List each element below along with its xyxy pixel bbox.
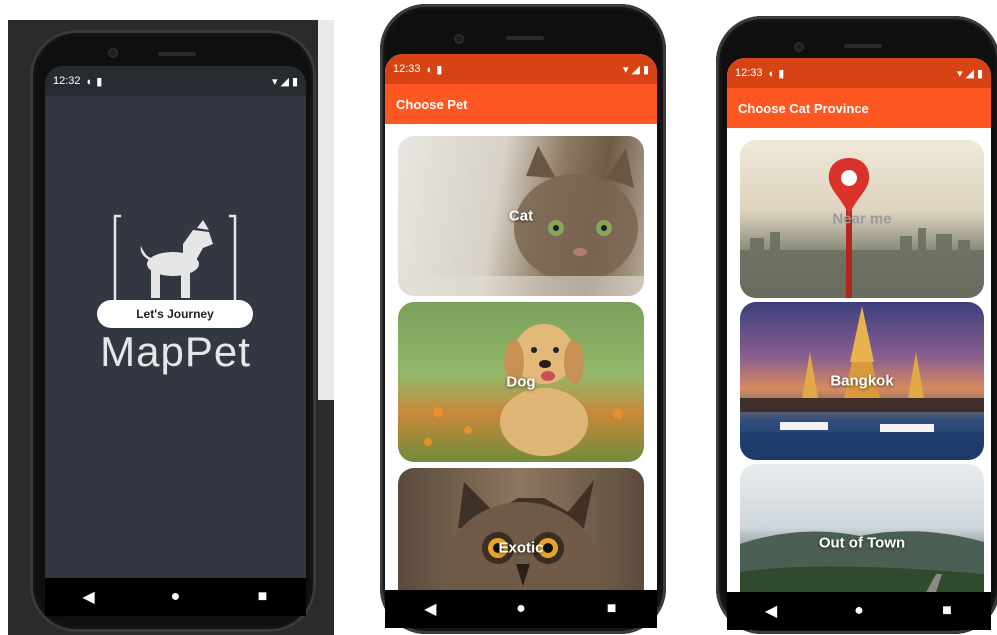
home-icon[interactable]: ● — [161, 582, 191, 612]
battery-icon: ▮ — [291, 75, 298, 88]
lets-journey-button[interactable]: Let's Journey — [97, 300, 253, 328]
province-label: Near me — [832, 210, 892, 228]
battery-icon: ▮ — [976, 67, 983, 80]
system-nav-bar: ◀ ● ■ — [727, 592, 991, 630]
signal-icon: ◢ — [965, 67, 974, 80]
home-icon[interactable]: ● — [844, 596, 874, 626]
status-time: 12:32 — [53, 75, 81, 87]
ide-side-panel — [318, 20, 334, 400]
page-title: Choose Pet — [396, 96, 468, 112]
status-time: 12:33 — [393, 63, 421, 75]
phone-speaker — [844, 44, 882, 48]
dog-logo-icon — [113, 214, 237, 302]
status-bar: 12:32 ◐ ▮ ▾ ◢ ▮ — [45, 66, 306, 96]
pet-card-cat[interactable]: Cat — [398, 136, 644, 296]
status-bar: 12:33 ◐ ▮ ▾ ◢ ▮ — [727, 58, 991, 88]
wifi-icon: ▾ — [271, 75, 278, 88]
pet-card-dog[interactable]: Dog — [398, 302, 644, 462]
phone-camera — [108, 48, 118, 58]
recents-icon[interactable]: ■ — [932, 596, 962, 626]
back-icon[interactable]: ◀ — [74, 582, 104, 612]
wifi-icon: ▾ — [956, 67, 963, 80]
phone-camera — [454, 34, 464, 44]
pet-label: Dog — [506, 373, 536, 391]
pet-label: Exotic — [498, 539, 544, 557]
phone-frame-splash: 12:32 ◐ ▮ ▾ ◢ ▮ Let's Journey MapPet ◀ ●… — [30, 30, 316, 632]
app-bar: Choose Cat Province — [727, 88, 991, 128]
phone-camera — [794, 42, 804, 52]
status-bar: 12:33 ◐ ▮ ▾ ◢ ▮ — [385, 54, 657, 84]
province-label: Out of Town — [818, 534, 906, 552]
wifi-icon: ▾ — [622, 63, 629, 76]
province-card-bangkok[interactable]: Bangkok — [740, 302, 984, 460]
back-icon[interactable]: ◀ — [756, 596, 786, 626]
system-nav-bar: ◀ ● ■ — [385, 590, 657, 628]
phone-frame-province: 12:33 ◐ ▮ ▾ ◢ ▮ Choose Cat Province Near m… — [716, 16, 997, 634]
notification-icon: ◐ ▮ — [86, 75, 103, 88]
splash-screen: 12:32 ◐ ▮ ▾ ◢ ▮ Let's Journey MapPet ◀ ●… — [45, 66, 306, 616]
recents-icon[interactable]: ■ — [597, 594, 627, 624]
recents-icon[interactable]: ■ — [248, 582, 278, 612]
phone-speaker — [506, 36, 544, 40]
signal-icon: ◢ — [280, 75, 289, 88]
choose-province-screen: 12:33 ◐ ▮ ▾ ◢ ▮ Choose Cat Province Near m… — [727, 58, 991, 630]
system-nav-bar: ◀ ● ■ — [45, 578, 306, 616]
choose-pet-screen: 12:33 ◐ ▮ ▾ ◢ ▮ Choose Pet Cat Dog Exoti… — [385, 54, 657, 628]
notification-icon: ◐ ▮ — [426, 63, 443, 76]
pet-label: Cat — [508, 207, 534, 225]
notification-icon: ◐ ▮ — [768, 67, 785, 80]
back-icon[interactable]: ◀ — [415, 594, 445, 624]
phone-frame-pets: 12:33 ◐ ▮ ▾ ◢ ▮ Choose Pet Cat Dog Exoti… — [380, 4, 666, 634]
app-bar: Choose Pet — [385, 84, 657, 124]
lets-journey-label: Let's Journey — [136, 307, 214, 321]
app-name: MapPet — [100, 328, 251, 375]
phone-speaker — [158, 52, 196, 56]
page-title: Choose Cat Province — [738, 100, 869, 116]
battery-icon: ▮ — [642, 63, 649, 76]
province-card-near-me[interactable]: Near me — [740, 140, 984, 298]
province-label: Bangkok — [830, 372, 894, 390]
home-icon[interactable]: ● — [506, 594, 536, 624]
status-time: 12:33 — [735, 67, 763, 79]
signal-icon: ◢ — [631, 63, 640, 76]
